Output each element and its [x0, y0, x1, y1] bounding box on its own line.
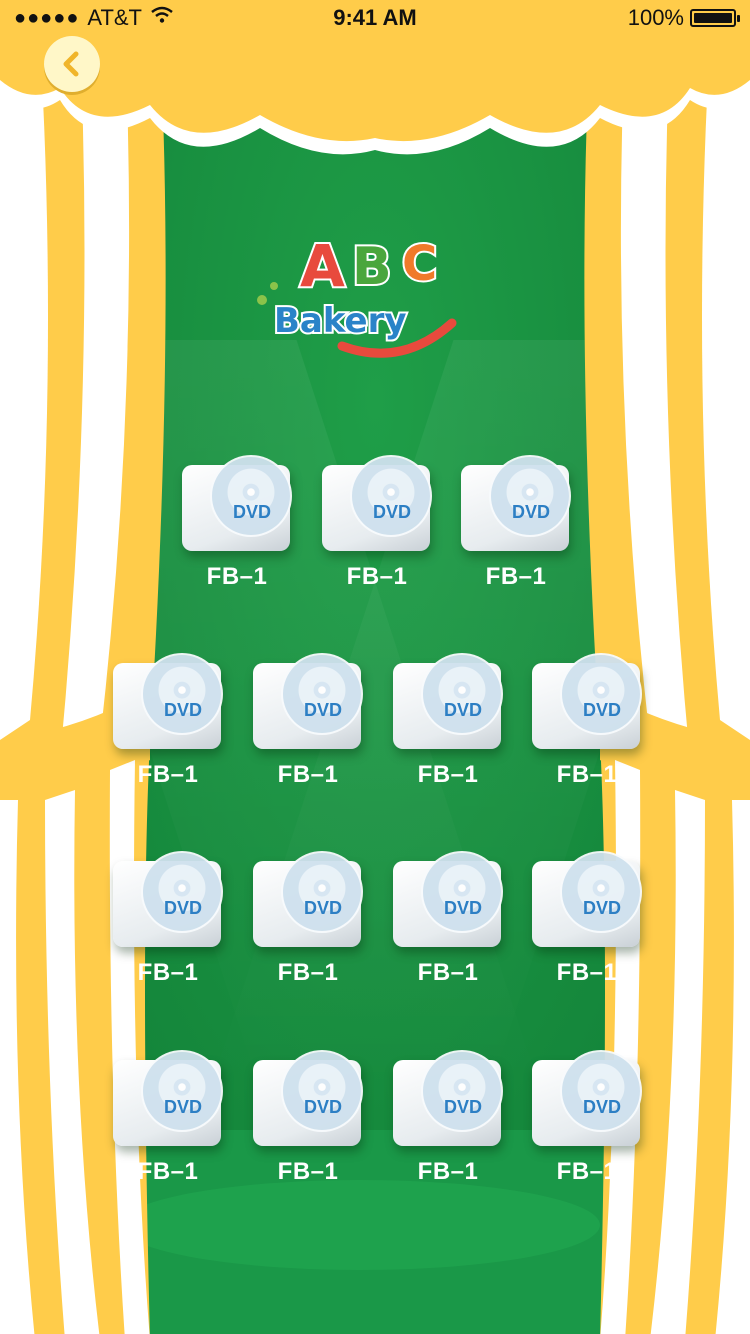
back-button[interactable]	[44, 36, 100, 92]
dvd-case: DVD	[393, 851, 503, 947]
dvd-item[interactable]: DVD FB–1	[317, 455, 437, 591]
svg-text:C: C	[402, 236, 437, 292]
dvd-disc-icon	[141, 653, 223, 735]
battery-percent: 100%	[627, 5, 684, 30]
dvd-case: DVD	[393, 1050, 503, 1146]
dvd-disc-icon	[421, 1050, 503, 1132]
dvd-disc-icon	[141, 1050, 223, 1132]
dvd-label: FB–1	[556, 959, 618, 986]
dvd-case: DVD	[393, 653, 503, 749]
dvd-disc-icon	[421, 851, 503, 933]
wifi-icon	[150, 6, 174, 30]
dvd-label: FB–1	[556, 761, 618, 788]
dvd-item[interactable]: DVD FB–1	[388, 1050, 508, 1186]
status-bar: ●●●●● AT&T 9:41 AM 100%	[0, 0, 750, 36]
dvd-case: DVD	[113, 653, 223, 749]
dvd-badge: DVD	[303, 898, 342, 918]
dvd-badge: DVD	[163, 1097, 202, 1117]
abc-bakery-logo: A B C Bakery	[252, 228, 482, 373]
dvd-label: FB–1	[277, 959, 339, 986]
status-left: ●●●●● AT&T	[14, 5, 174, 31]
dvd-disc-icon	[281, 851, 363, 933]
dvd-label: FB–1	[277, 761, 339, 788]
dvd-case: DVD	[322, 455, 432, 551]
carrier-label: AT&T	[87, 5, 142, 30]
dvd-item[interactable]: DVD FB–1	[177, 455, 297, 591]
dvd-label: FB–1	[417, 761, 479, 788]
dvd-badge: DVD	[582, 700, 621, 720]
dvd-label: FB–1	[346, 563, 408, 590]
dvd-item[interactable]: DVD FB–1	[456, 455, 576, 591]
svg-text:A: A	[300, 232, 345, 300]
dvd-disc-icon	[421, 653, 503, 735]
dvd-badge: DVD	[163, 898, 202, 918]
dvd-label: FB–1	[556, 1158, 618, 1185]
status-right: 100%	[627, 5, 740, 31]
dvd-item[interactable]: DVD FB–1	[388, 653, 508, 789]
dvd-item[interactable]: DVD FB–1	[108, 653, 228, 789]
dvd-case: DVD	[253, 1050, 363, 1146]
dvd-item[interactable]: DVD FB–1	[108, 1050, 228, 1186]
dvd-item[interactable]: DVD FB–1	[248, 851, 368, 987]
dvd-badge: DVD	[582, 898, 621, 918]
battery-icon	[690, 9, 740, 27]
dvd-label: FB–1	[137, 761, 199, 788]
dvd-badge: DVD	[303, 1097, 342, 1117]
dvd-label: FB–1	[485, 563, 547, 590]
dvd-label: FB–1	[137, 1158, 199, 1185]
dvd-case: DVD	[113, 851, 223, 947]
dvd-item[interactable]: DVD FB–1	[527, 653, 647, 789]
dvd-disc-icon	[560, 851, 642, 933]
dvd-label: FB–1	[277, 1158, 339, 1185]
dvd-disc-icon	[281, 1050, 363, 1132]
signal-dots-icon: ●●●●●	[14, 6, 80, 29]
dvd-disc-icon	[281, 653, 363, 735]
dvd-case: DVD	[532, 653, 642, 749]
battery-level-fill	[694, 13, 732, 23]
chevron-left-icon	[63, 51, 79, 77]
dvd-badge: DVD	[443, 1097, 482, 1117]
dvd-badge: DVD	[303, 700, 342, 720]
dvd-case: DVD	[532, 851, 642, 947]
dvd-badge: DVD	[372, 502, 411, 522]
dvd-item[interactable]: DVD FB–1	[248, 1050, 368, 1186]
dvd-case: DVD	[182, 455, 292, 551]
dvd-disc-icon	[560, 1050, 642, 1132]
svg-text:B: B	[352, 237, 392, 297]
dvd-label: FB–1	[417, 959, 479, 986]
dvd-badge: DVD	[232, 502, 271, 522]
dvd-label: FB–1	[206, 563, 268, 590]
dvd-item[interactable]: DVD FB–1	[388, 851, 508, 987]
dvd-disc-icon	[350, 455, 432, 537]
stage-spotlight	[120, 1180, 600, 1270]
dvd-disc-icon	[210, 455, 292, 537]
dvd-badge: DVD	[582, 1097, 621, 1117]
logo-artwork: A B C Bakery	[257, 230, 457, 358]
dvd-item[interactable]: DVD FB–1	[527, 1050, 647, 1186]
dvd-item[interactable]: DVD FB–1	[248, 653, 368, 789]
dvd-badge: DVD	[443, 898, 482, 918]
stage-background: ●●●●● AT&T 9:41 AM 100% A B C Bakery DVD…	[0, 0, 750, 1334]
dvd-case: DVD	[532, 1050, 642, 1146]
dvd-case: DVD	[113, 1050, 223, 1146]
dvd-disc-icon	[489, 455, 571, 537]
dvd-disc-icon	[141, 851, 223, 933]
dvd-badge: DVD	[511, 502, 550, 522]
dvd-badge: DVD	[443, 700, 482, 720]
dvd-disc-icon	[560, 653, 642, 735]
dvd-label: FB–1	[137, 959, 199, 986]
dvd-label: FB–1	[417, 1158, 479, 1185]
dvd-case: DVD	[461, 455, 571, 551]
svg-text:Bakery: Bakery	[274, 301, 407, 341]
dvd-case: DVD	[253, 851, 363, 947]
dvd-case: DVD	[253, 653, 363, 749]
dvd-item[interactable]: DVD FB–1	[108, 851, 228, 987]
dvd-item[interactable]: DVD FB–1	[527, 851, 647, 987]
dvd-badge: DVD	[163, 700, 202, 720]
